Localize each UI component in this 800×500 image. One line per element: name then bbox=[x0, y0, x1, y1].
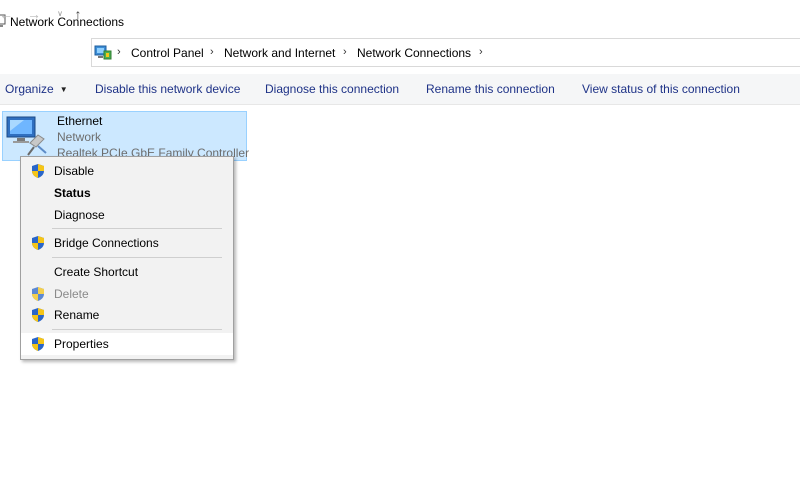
menu-item-create-shortcut[interactable]: Create Shortcut bbox=[21, 261, 233, 283]
diagnose-connection-button[interactable]: Diagnose this connection bbox=[265, 82, 399, 96]
uac-shield-icon bbox=[32, 236, 44, 250]
title-bar: Network Connections bbox=[0, 0, 800, 40]
menu-separator bbox=[52, 228, 222, 229]
breadcrumb-separator[interactable]: › bbox=[479, 46, 483, 58]
control-panel-icon bbox=[94, 45, 112, 60]
breadcrumb-separator: › bbox=[343, 46, 347, 58]
breadcrumb-network-and-internet[interactable]: Network and Internet bbox=[224, 46, 335, 60]
uac-shield-icon bbox=[32, 308, 44, 322]
menu-item-status[interactable]: Status bbox=[21, 182, 233, 204]
disable-device-button[interactable]: Disable this network device bbox=[95, 82, 240, 96]
breadcrumb-separator: › bbox=[210, 46, 214, 58]
menu-item-label: Diagnose bbox=[54, 208, 105, 222]
menu-item-diagnose[interactable]: Diagnose bbox=[21, 204, 233, 226]
uac-shield-icon bbox=[32, 164, 44, 178]
up-arrow-icon[interactable]: ↑ bbox=[70, 6, 86, 22]
breadcrumb-network-connections[interactable]: Network Connections bbox=[357, 46, 471, 60]
menu-item-bridge-connections[interactable]: Bridge Connections bbox=[21, 232, 233, 254]
organize-button[interactable]: Organize ▼ bbox=[5, 82, 68, 96]
caret-down-icon: ▼ bbox=[59, 85, 68, 94]
uac-shield-icon bbox=[32, 337, 44, 351]
breadcrumb-separator: › bbox=[117, 46, 121, 58]
ethernet-adapter-icon bbox=[6, 116, 47, 156]
menu-separator bbox=[52, 329, 222, 330]
uac-shield-icon bbox=[32, 287, 44, 301]
menu-item-label: Rename bbox=[54, 308, 100, 322]
connection-name: Ethernet bbox=[57, 114, 103, 128]
forward-arrow-icon[interactable]: → bbox=[26, 6, 42, 22]
menu-item-properties[interactable]: Properties bbox=[21, 333, 233, 355]
menu-item-label: Properties bbox=[54, 337, 109, 351]
menu-item-label: Delete bbox=[54, 287, 89, 301]
menu-item-disable[interactable]: Disable bbox=[21, 160, 233, 182]
breadcrumb-control-panel[interactable]: Control Panel bbox=[131, 46, 204, 60]
chevron-down-icon[interactable]: ∨ bbox=[52, 6, 68, 22]
connection-status: Network bbox=[57, 130, 102, 144]
menu-item-label: Bridge Connections bbox=[54, 236, 159, 250]
menu-separator bbox=[52, 257, 222, 258]
organize-label: Organize bbox=[5, 82, 54, 96]
menu-item-delete: Delete bbox=[21, 283, 233, 305]
view-status-button[interactable]: View status of this connection bbox=[582, 82, 740, 96]
rename-connection-button[interactable]: Rename this connection bbox=[426, 82, 555, 96]
menu-item-label: Create Shortcut bbox=[54, 265, 139, 279]
menu-item-label: Disable bbox=[54, 164, 95, 178]
menu-item-rename[interactable]: Rename bbox=[21, 304, 233, 326]
menu-item-label: Status bbox=[54, 186, 91, 200]
back-arrow-icon[interactable]: ← bbox=[0, 6, 14, 22]
